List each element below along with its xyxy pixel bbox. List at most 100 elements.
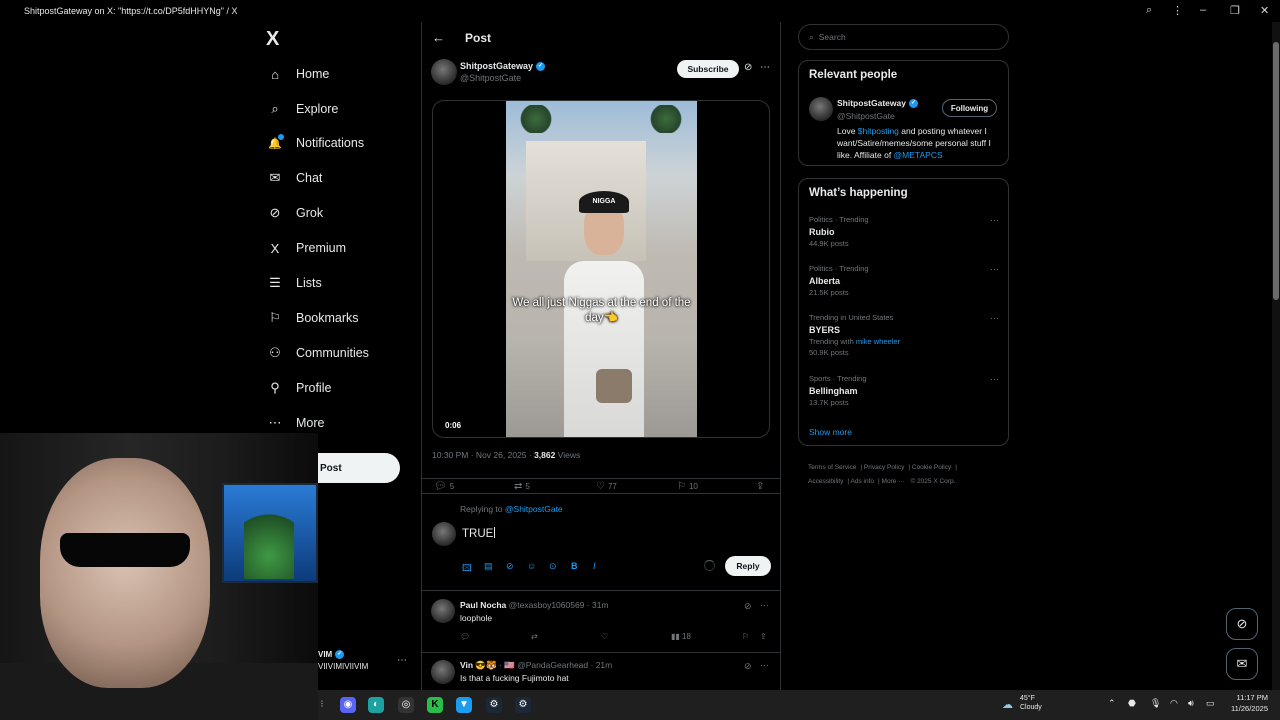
trend-item[interactable]: Sports · Trending Bellingham 13.7K posts… — [809, 374, 999, 407]
reply-avatar[interactable] — [431, 660, 455, 684]
trend-link[interactable]: mike wheeler — [856, 337, 900, 346]
reply-action[interactable]: 💬︎ 5 — [434, 481, 454, 492]
reply-input[interactable]: TRUE — [462, 527, 496, 540]
footer-link[interactable]: Terms of Service — [808, 464, 856, 471]
share-action[interactable]: ⇪ — [756, 481, 764, 492]
trend-item[interactable]: Trending in United States BYERS Trending… — [809, 313, 999, 357]
more-options-icon[interactable]: ⋯ — [990, 215, 999, 226]
nav-grok[interactable]: ⊘ Grok — [266, 198, 324, 228]
taskbar-edge-icon[interactable]: ⁝ — [318, 697, 326, 713]
footer-link[interactable]: More ··· — [882, 478, 905, 485]
nav-profile[interactable]: ⚲ Profile — [266, 373, 331, 403]
bookmark-icon[interactable]: ⚐ — [742, 632, 749, 641]
page-scrollbar[interactable] — [1272, 22, 1280, 690]
scrollbar-thumb[interactable] — [1273, 42, 1279, 300]
post-button[interactable]: Post — [318, 453, 400, 483]
replying-handle-link[interactable]: @ShitpostGate — [505, 504, 563, 514]
subscribe-button[interactable]: Subscribe — [677, 60, 739, 78]
footer-link[interactable]: Privacy Policy — [864, 464, 904, 471]
location-icon[interactable]: ⊙ — [549, 561, 557, 572]
author-avatar[interactable] — [431, 59, 457, 85]
reply-icon[interactable]: 💬︎ — [460, 632, 470, 641]
grok-icon[interactable]: ⊘ — [744, 62, 752, 73]
menu-icon[interactable]: ⋮ — [1172, 4, 1183, 17]
reply-avatar[interactable] — [431, 599, 455, 623]
nav-notifications[interactable]: 🔔 Notifications — [266, 128, 364, 158]
volume-icon[interactable]: 🔊︎ — [1188, 698, 1194, 709]
whats-happening-card: What’s happening Politics · Trending Rub… — [798, 178, 1009, 446]
italic-icon[interactable]: I — [593, 561, 596, 571]
minimize-icon[interactable]: – — [1200, 4, 1206, 16]
maximize-icon[interactable]: ❐ — [1230, 4, 1240, 17]
kick-icon[interactable]: K — [427, 697, 443, 713]
close-icon[interactable]: ✕ — [1260, 4, 1269, 17]
person-avatar[interactable] — [809, 97, 833, 121]
more-options-icon[interactable]: ⋯ — [990, 264, 999, 275]
more-options-icon[interactable]: ⋯ — [990, 374, 999, 385]
author-handle[interactable]: @ShitpostGate — [460, 73, 521, 83]
trend-item[interactable]: Politics · Trending Rubio 44.9K posts ⋯ — [809, 215, 999, 248]
footer-link[interactable]: Cookie Policy — [912, 464, 951, 471]
nav-explore[interactable]: ⌕ Explore — [266, 94, 338, 124]
mention-link[interactable]: @METAPCS — [894, 150, 943, 160]
trend-item[interactable]: Politics · Trending Alberta 21.5K posts … — [809, 264, 999, 297]
tray-app-icon[interactable]: ⬣ — [1128, 698, 1136, 709]
search-input[interactable]: ⌕ Search — [798, 24, 1009, 50]
discord-icon[interactable]: ◉ — [340, 697, 356, 713]
person-name[interactable]: ShitpostGateway ✓ — [837, 98, 918, 109]
taskbar-clock[interactable]: 11:17 PM 11/26/2025 — [1222, 692, 1268, 714]
microphone-icon[interactable]: 🎙︎ — [1150, 698, 1161, 709]
gif-icon[interactable]: ▤ — [484, 561, 493, 572]
show-more-link[interactable]: Show more — [809, 427, 852, 437]
edge-icon[interactable]: ◐ — [368, 697, 384, 713]
more-options-icon[interactable]: ⋯ — [760, 600, 769, 611]
nav-lists[interactable]: ☰ Lists — [266, 268, 322, 298]
reply-button[interactable]: Reply — [725, 556, 771, 576]
views-stat[interactable]: ▮▮ 18 — [671, 632, 691, 641]
more-options-icon[interactable]: ⋯ — [760, 62, 770, 73]
grok-icon[interactable]: ⊘ — [744, 601, 752, 612]
repost-action[interactable]: ⇄ 5 — [514, 481, 530, 492]
more-options-icon[interactable]: ⋯ — [990, 313, 999, 324]
zoom-icon[interactable]: ⌕ — [1146, 4, 1152, 17]
media-icon[interactable]: 🖾 — [462, 561, 472, 577]
video-player[interactable]: NIGGA We all just Niggas at the end of t… — [432, 100, 770, 438]
person-handle[interactable]: @ShitpostGate — [837, 111, 895, 121]
footer-link[interactable]: Accessibility — [808, 478, 843, 485]
like-action[interactable]: ♡ 77 — [596, 481, 617, 492]
repost-icon[interactable]: ⇄ — [531, 632, 538, 641]
wifi-icon[interactable]: ◠ — [1170, 698, 1178, 709]
hashtag-link[interactable]: $hitposting — [858, 126, 899, 136]
grok-icon[interactable]: ⊘ — [744, 661, 752, 672]
chrome-icon[interactable]: ◎ — [398, 697, 414, 713]
grok-float-button[interactable]: ⊘ — [1226, 608, 1258, 640]
steam-icon-2[interactable]: ⚙ — [515, 697, 531, 713]
nav-premium[interactable]: X Premium — [266, 233, 346, 263]
video-frame: NIGGA We all just Niggas at the end of t… — [506, 101, 697, 437]
browser-active-icon[interactable]: ▼ — [456, 697, 472, 713]
share-icon[interactable]: ⇪ — [760, 632, 767, 641]
nav-bookmarks[interactable]: ⚐ Bookmarks — [266, 303, 358, 333]
more-options-icon[interactable]: ⋯ — [760, 660, 769, 671]
post-detail-column: ← Post ShitpostGateway ✓ @ShitpostGate Su… — [421, 22, 781, 690]
x-logo[interactable]: X — [266, 28, 279, 51]
battery-icon[interactable]: ▭ — [1206, 698, 1215, 709]
bookmark-action[interactable]: ⚐ 10 — [677, 481, 698, 492]
nav-communities[interactable]: ⚇ Communities — [266, 338, 369, 368]
author-name[interactable]: ShitpostGateway ✓ — [460, 61, 546, 72]
bold-icon[interactable]: B — [571, 561, 578, 571]
nav-chat[interactable]: ✉ Chat — [266, 163, 323, 193]
weather-widget[interactable]: 45°F Cloudy — [1020, 694, 1042, 712]
tray-chevron-icon[interactable]: ⌃ — [1108, 698, 1116, 709]
nav-home[interactable]: ⌂ Home — [266, 59, 329, 89]
my-avatar — [432, 522, 456, 546]
grok-compose-icon[interactable]: ⊘ — [506, 561, 514, 572]
following-button[interactable]: Following — [942, 99, 997, 117]
steam-icon[interactable]: ⚙ — [486, 697, 502, 713]
account-more-icon[interactable]: ⋯ — [397, 655, 407, 666]
footer-link[interactable]: Ads info — [851, 478, 875, 485]
messages-float-button[interactable]: ✉ — [1226, 648, 1258, 680]
heart-icon[interactable]: ♡ — [601, 632, 608, 641]
back-arrow-icon[interactable]: ← — [432, 30, 445, 45]
emoji-icon[interactable]: ☺ — [527, 561, 536, 571]
